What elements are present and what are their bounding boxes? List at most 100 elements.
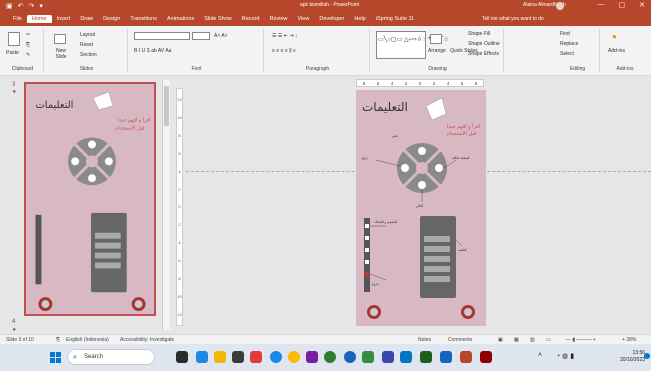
tray-icons[interactable]: ◔ ◍ ▮: [556, 352, 574, 360]
spell-check-icon[interactable]: ⎘: [56, 337, 60, 343]
home-icon[interactable]: [416, 162, 428, 174]
tab-home[interactable]: Home: [26, 15, 52, 23]
tab-slide-show[interactable]: Slide Show: [199, 15, 237, 23]
word-icon[interactable]: [440, 351, 452, 363]
paste-button[interactable]: Paste: [6, 50, 19, 56]
save-icon[interactable]: ▣: [6, 2, 13, 10]
tab-review[interactable]: Review: [264, 15, 292, 23]
reset-button[interactable]: Reset: [80, 42, 93, 48]
tab-developer[interactable]: Developer: [314, 15, 349, 23]
chevron-up-icon[interactable]: ˄: [538, 352, 542, 359]
tab-transitions[interactable]: Transitions: [125, 15, 162, 23]
zoom-level[interactable]: + 38%: [622, 337, 636, 343]
section-button[interactable]: Section: [80, 52, 97, 58]
back-icon[interactable]: [401, 164, 409, 172]
chrome-icon[interactable]: [288, 351, 300, 363]
zoom-slider[interactable]: — ▮ ——— +: [566, 337, 596, 343]
tab-view[interactable]: View: [293, 15, 315, 23]
copy-icon[interactable]: ⎘: [26, 42, 30, 48]
arrange-button[interactable]: Arrange: [428, 48, 446, 54]
powerpoint-icon[interactable]: [460, 351, 472, 363]
customize-qat-icon[interactable]: ▾: [39, 2, 43, 10]
acrobat-icon[interactable]: [480, 351, 492, 363]
main-slide[interactable]: التعليمات اقرأ و افهم جيدا قبل الاستخدام…: [356, 90, 486, 326]
menu-item[interactable]: [424, 246, 450, 252]
ribbon-tabs: File Home Insert Draw Design Transitions…: [0, 12, 651, 26]
tell-me-search[interactable]: Tell me what you want to do: [482, 16, 544, 22]
browser-icon[interactable]: [270, 351, 282, 363]
notes-button[interactable]: Notes: [418, 337, 431, 343]
tab-file[interactable]: File: [8, 15, 27, 23]
app-icon[interactable]: [250, 351, 262, 363]
cut-icon[interactable]: ✂: [26, 32, 30, 38]
slide-sorter-icon[interactable]: ▦: [514, 337, 519, 343]
add-ins-button[interactable]: Add-ins: [608, 48, 625, 54]
tab-design[interactable]: Design: [98, 15, 125, 23]
font-name-field[interactable]: [134, 32, 190, 40]
scrollbar-thumb[interactable]: [164, 86, 169, 126]
side-toolbar[interactable]: [364, 218, 370, 292]
slideshow-icon[interactable]: ▭: [546, 337, 551, 343]
app-icon[interactable]: [382, 351, 394, 363]
new-slide-button[interactable]: New Slide: [52, 48, 70, 60]
select-button[interactable]: Select: [560, 51, 574, 57]
slide-counter[interactable]: Slide 3 of 10: [6, 337, 34, 343]
slide-thumbnail-3[interactable]: التعليمات اقرأ و افهم جيدا قبل الاستخدام: [24, 82, 156, 316]
notification-icon[interactable]: [644, 353, 650, 359]
edge-icon[interactable]: [344, 351, 356, 363]
tab-insert[interactable]: Insert: [52, 15, 76, 23]
menu-item[interactable]: [424, 236, 450, 242]
avatar[interactable]: [556, 2, 564, 10]
menu-item[interactable]: [424, 256, 450, 262]
app-icon[interactable]: [306, 351, 318, 363]
bullets-icon[interactable]: ☰ ☰ ⇤ ⇥ ↕: [272, 33, 297, 39]
excel-icon[interactable]: [420, 351, 432, 363]
add-ins-icon[interactable]: ●: [612, 32, 617, 41]
menu-item[interactable]: [424, 266, 450, 272]
widgets-icon[interactable]: [196, 351, 208, 363]
app-icon[interactable]: [400, 351, 412, 363]
grow-font-icon[interactable]: A˄ A˅: [214, 33, 228, 39]
shape-effects-button[interactable]: Shape Effects: [468, 51, 499, 57]
info-icon[interactable]: [418, 181, 426, 189]
restore-button[interactable]: ▢: [619, 1, 626, 9]
arrange-icon[interactable]: [430, 34, 442, 44]
tab-draw[interactable]: Draw: [75, 15, 98, 23]
undo-icon[interactable]: ↶: [18, 2, 24, 10]
next-icon[interactable]: [435, 164, 443, 172]
layout-button[interactable]: Layout: [80, 32, 95, 38]
taskbar-search[interactable]: ⌕ Search: [67, 349, 155, 365]
menu-item[interactable]: [424, 276, 450, 282]
tab-animations[interactable]: Animations: [162, 15, 199, 23]
language-indicator[interactable]: English (Indonesia): [66, 337, 109, 343]
normal-view-icon[interactable]: ▣: [498, 337, 503, 343]
comments-button[interactable]: Comments: [448, 337, 472, 343]
close-button[interactable]: ✕: [639, 1, 645, 9]
redo-icon[interactable]: ↷: [29, 2, 35, 10]
find-button[interactable]: Find: [560, 31, 570, 37]
font-styles[interactable]: B I U S ab AV Aa: [134, 48, 171, 54]
align-icons[interactable]: ≡ ≡ ≡ ≡ ⫼ ≡: [272, 48, 296, 54]
app-icon[interactable]: [324, 351, 336, 363]
shape-outline-button[interactable]: Shape Outline: [468, 41, 500, 47]
new-slide-icon[interactable]: [54, 34, 66, 44]
whatsapp-icon[interactable]: [362, 351, 374, 363]
clock[interactable]: 13:56 20/10/2023: [620, 350, 645, 364]
windows-icon[interactable]: [50, 352, 61, 363]
font-size-field[interactable]: [192, 32, 210, 40]
file-explorer-icon[interactable]: [214, 351, 226, 363]
zoom-icon[interactable]: [418, 147, 426, 155]
store-icon[interactable]: [232, 351, 244, 363]
thumbnail-scrollbar[interactable]: [162, 80, 170, 330]
shape-fill-button[interactable]: Shape Fill: [468, 31, 490, 37]
replace-button[interactable]: Replace: [560, 41, 578, 47]
tab-record[interactable]: Record: [237, 15, 265, 23]
reading-view-icon[interactable]: ▥: [530, 337, 535, 343]
minimize-button[interactable]: —: [598, 1, 605, 9]
task-view-icon[interactable]: [176, 351, 188, 363]
format-painter-icon[interactable]: ✎: [26, 52, 30, 58]
paste-icon[interactable]: [8, 32, 20, 46]
tab-ispring[interactable]: iSpring Suite 11: [371, 15, 419, 23]
tab-help[interactable]: Help: [349, 15, 370, 23]
accessibility-status[interactable]: Accessibility: Investigate: [120, 337, 174, 343]
